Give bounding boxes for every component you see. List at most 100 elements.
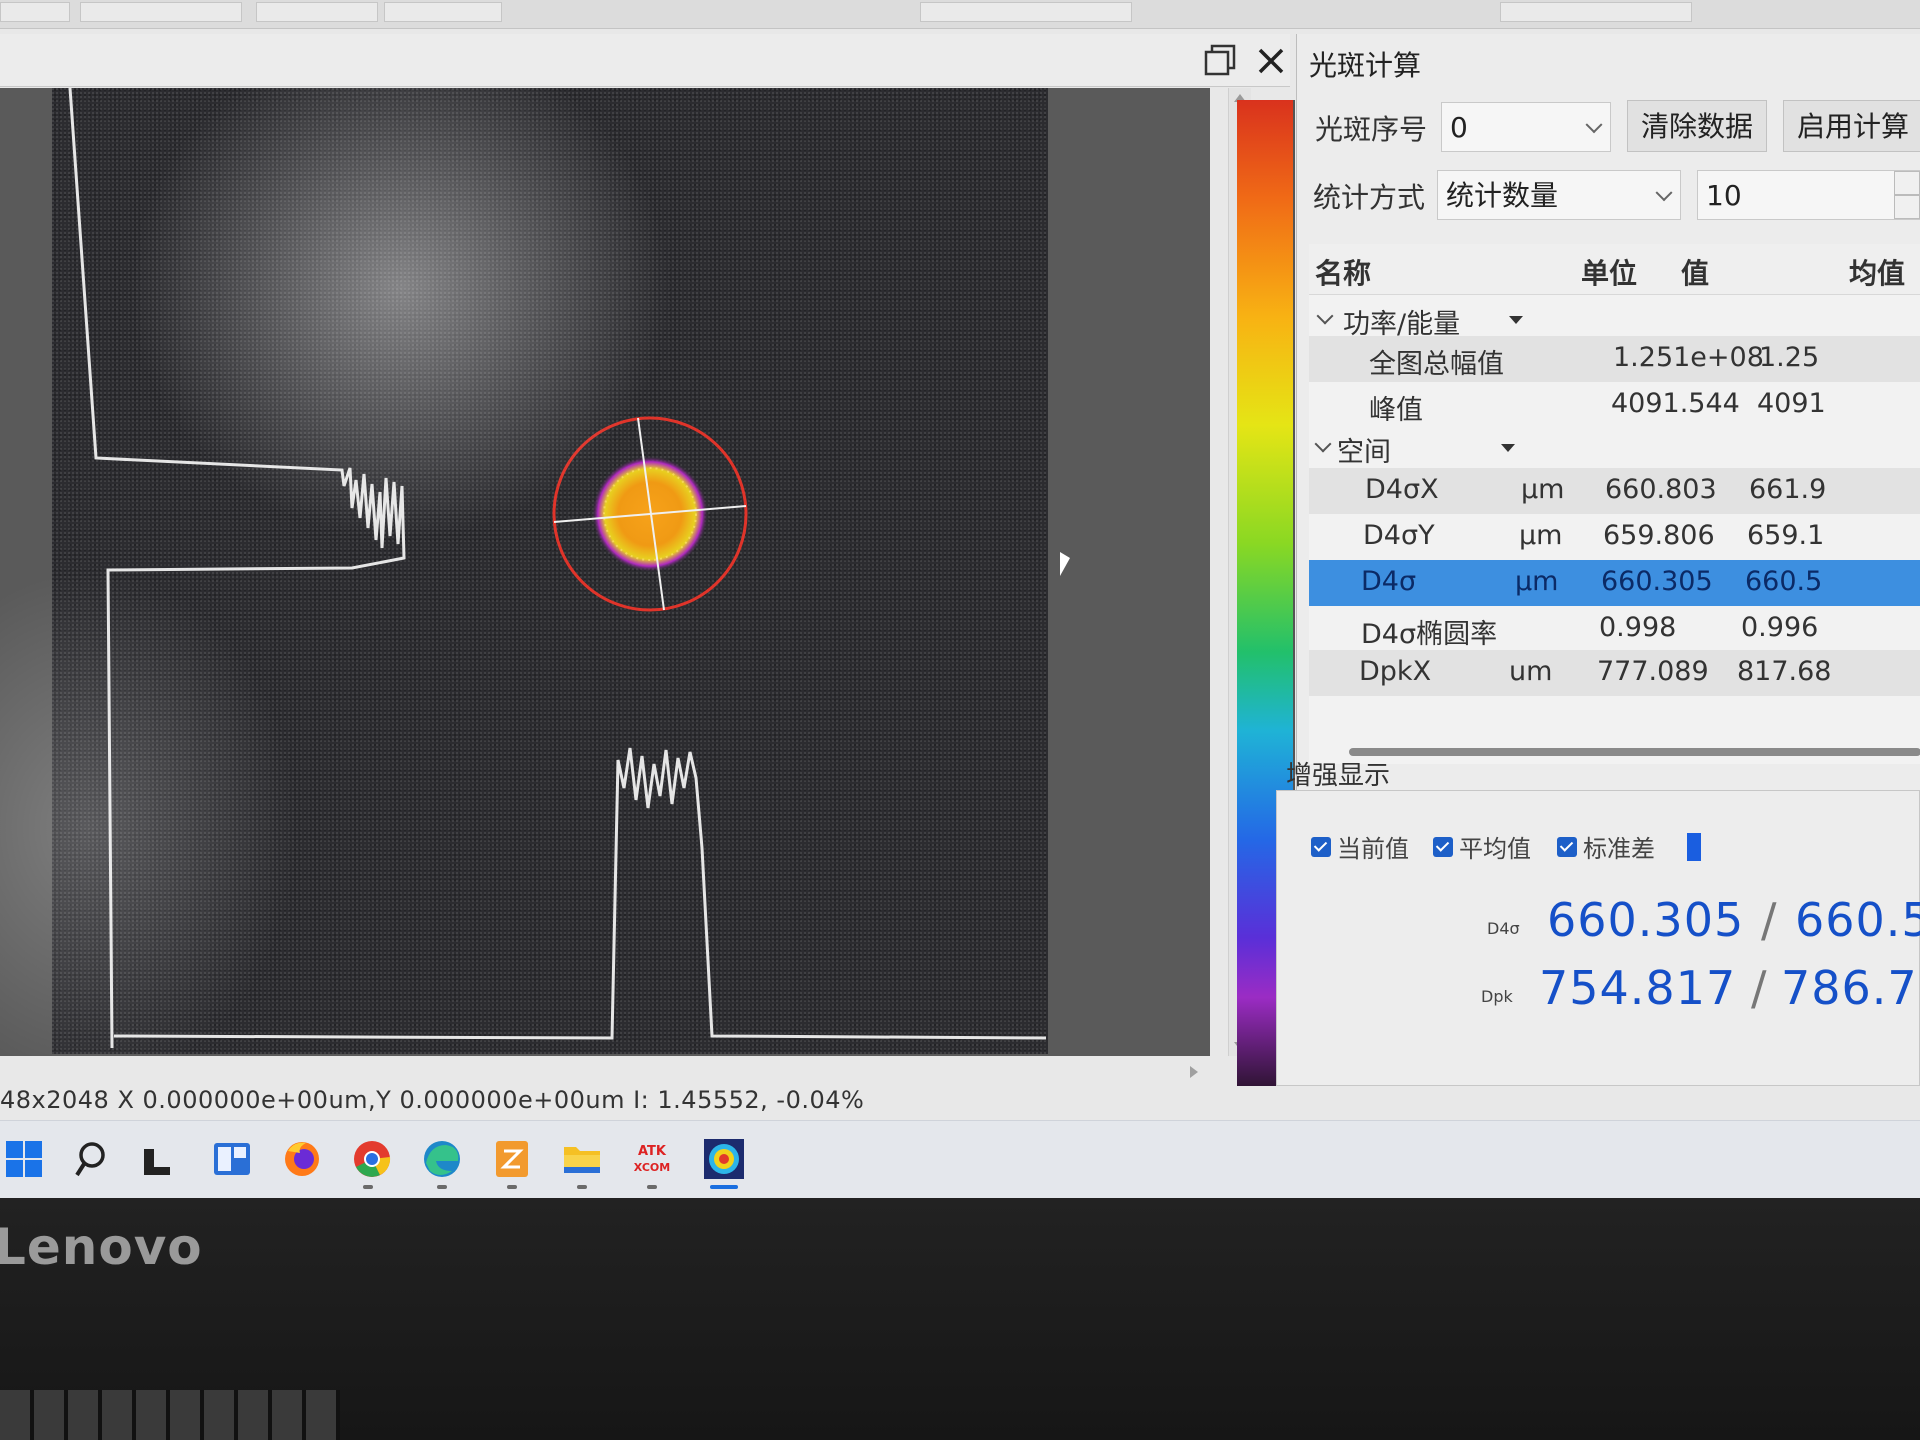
stat-method-label: 统计方式	[1313, 181, 1426, 214]
row-mean: 659.1	[1747, 520, 1825, 551]
active-app-indicator	[710, 1185, 738, 1189]
spin-down-button[interactable]	[1894, 195, 1920, 219]
firefox-icon[interactable]	[280, 1137, 324, 1181]
toolbar-button[interactable]	[256, 2, 378, 22]
clear-data-button[interactable]: 清除数据	[1627, 100, 1767, 152]
enhanced-display-box: 当前值 平均值 标准差 D4σ 660.305 / 660.5 Dpk 754.…	[1276, 790, 1920, 1086]
table-header: 名称 单位 值 均值	[1309, 244, 1920, 295]
row-name: D4σ	[1361, 566, 1417, 597]
table-row[interactable]: 峰值 4091.544 4091	[1309, 382, 1920, 428]
office-app-icon[interactable]	[490, 1137, 534, 1181]
std-dev-checkbox[interactable]	[1557, 837, 1577, 857]
table-row-selected[interactable]: D4σ μm 660.305 660.5	[1309, 560, 1920, 606]
stat-method-select[interactable]: 统计数量	[1437, 170, 1681, 220]
table-row[interactable]: DpkX um 777.089 817.68	[1309, 650, 1920, 696]
dpk-mean-value: 786.7	[1781, 961, 1918, 1015]
table-row[interactable]: D4σ椭圆率 0.998 0.996	[1309, 606, 1920, 652]
dpk-big-label: Dpk	[1481, 987, 1513, 1006]
row-value: 659.806	[1603, 520, 1715, 551]
table-row[interactable]: D4σX μm 660.803 661.9	[1309, 468, 1920, 514]
row-name: DpkX	[1359, 656, 1432, 687]
d4sigma-big-label: D4σ	[1487, 919, 1520, 938]
result-tree-table[interactable]: 名称 单位 值 均值 功率/能量 全图总幅值 1.251e+08 1.25 峰值…	[1309, 244, 1920, 764]
chrome-icon[interactable]	[350, 1137, 394, 1181]
panel-title: 光斑计算	[1309, 49, 1422, 82]
running-indicator	[577, 1185, 587, 1189]
running-indicator	[507, 1185, 517, 1189]
row-mean: 660.5	[1745, 566, 1823, 597]
dropdown-icon[interactable]	[1509, 316, 1523, 324]
table-horizontal-scrollbar[interactable]	[1349, 748, 1920, 756]
row-name: 全图总幅值	[1369, 349, 1504, 380]
checkbox-label: 标准差	[1583, 835, 1655, 863]
color-swatch[interactable]	[1687, 833, 1701, 861]
toolbar-button[interactable]	[80, 2, 242, 22]
collapse-icon[interactable]	[1316, 307, 1334, 325]
column-header-unit[interactable]: 单位	[1581, 252, 1637, 292]
restore-icon[interactable]	[1202, 42, 1240, 80]
row-unit: μm	[1515, 566, 1559, 597]
separator-slash: /	[1751, 961, 1767, 1015]
toolbar-button[interactable]	[0, 2, 70, 22]
stat-method-value: 统计数量	[1446, 179, 1559, 212]
running-indicator	[437, 1185, 447, 1189]
table-row[interactable]: 全图总幅值 1.251e+08 1.25	[1309, 336, 1920, 382]
row-value: 4091.544	[1611, 388, 1740, 419]
collapse-icon[interactable]	[1314, 435, 1332, 453]
screen: 48x2048 X 0.000000e+00um,Y 0.000000e+00u…	[0, 0, 1920, 1198]
d4sigma-mean-value: 660.5	[1795, 893, 1920, 947]
row-value: 0.998	[1599, 612, 1677, 643]
enhanced-display-title: 增强显示	[1286, 761, 1391, 791]
toolbar-button[interactable]	[920, 2, 1132, 22]
close-icon[interactable]	[1252, 42, 1290, 80]
scroll-right-icon[interactable]	[1190, 1066, 1198, 1078]
spot-index-label: 光斑序号	[1315, 113, 1428, 146]
dropdown-icon[interactable]	[1501, 444, 1515, 452]
column-header-value[interactable]: 值	[1681, 252, 1709, 292]
beam-image-view[interactable]	[0, 88, 1210, 1056]
edge-icon[interactable]	[420, 1137, 464, 1181]
mean-value-checkbox[interactable]	[1433, 837, 1453, 857]
chevron-down-icon	[1655, 184, 1673, 202]
row-unit: μm	[1521, 474, 1565, 505]
running-indicator	[647, 1185, 657, 1189]
row-value: 660.803	[1605, 474, 1717, 505]
svg-text:XCOM: XCOM	[634, 1161, 670, 1174]
enable-calculation-button[interactable]: 启用计算	[1783, 100, 1920, 152]
table-row[interactable]: D4σY μm 659.806 659.1	[1309, 514, 1920, 560]
stat-count-spinbox[interactable]: 10	[1697, 170, 1920, 220]
file-explorer-icon[interactable]	[560, 1137, 604, 1181]
top-toolbar	[0, 0, 1920, 29]
taskbar: ATK XCOM	[0, 1120, 1920, 1198]
checkbox-label: 平均值	[1459, 835, 1531, 863]
mouse-cursor-icon	[1060, 552, 1070, 576]
column-header-mean[interactable]: 均值	[1849, 252, 1905, 292]
row-mean: 0.996	[1741, 612, 1819, 643]
beam-profiler-icon[interactable]	[702, 1137, 746, 1181]
atk-xcom-icon[interactable]: ATK XCOM	[630, 1137, 674, 1181]
row-value: 1.251e+08	[1613, 342, 1764, 373]
current-value-checkbox[interactable]	[1311, 837, 1331, 857]
row-unit: μm	[1519, 520, 1563, 551]
search-icon[interactable]	[72, 1137, 116, 1181]
row-unit: um	[1509, 656, 1553, 687]
screen-glare	[0, 568, 300, 1056]
spot-index-select[interactable]: 0	[1441, 102, 1611, 152]
toolbar-button[interactable]	[1500, 2, 1692, 22]
column-header-name[interactable]: 名称	[1315, 252, 1371, 292]
task-view-icon[interactable]	[140, 1137, 184, 1181]
laptop-brand-logo: Lenovo	[0, 1218, 203, 1276]
viewer-titlebar	[0, 34, 1290, 87]
status-bar: 48x2048 X 0.000000e+00um,Y 0.000000e+00u…	[0, 1086, 865, 1114]
toolbar-button[interactable]	[384, 2, 502, 22]
tree-group-space[interactable]: 空间	[1309, 424, 1920, 470]
spot-index-value: 0	[1450, 111, 1468, 144]
row-mean: 661.9	[1749, 474, 1827, 505]
spin-up-button[interactable]	[1894, 171, 1920, 195]
row-value: 660.305	[1601, 566, 1713, 597]
stat-count-value: 10	[1706, 179, 1742, 212]
running-indicator	[363, 1185, 373, 1189]
group-label: 空间	[1337, 437, 1391, 468]
windows-start-icon[interactable]	[2, 1137, 46, 1181]
widgets-icon[interactable]	[210, 1137, 254, 1181]
